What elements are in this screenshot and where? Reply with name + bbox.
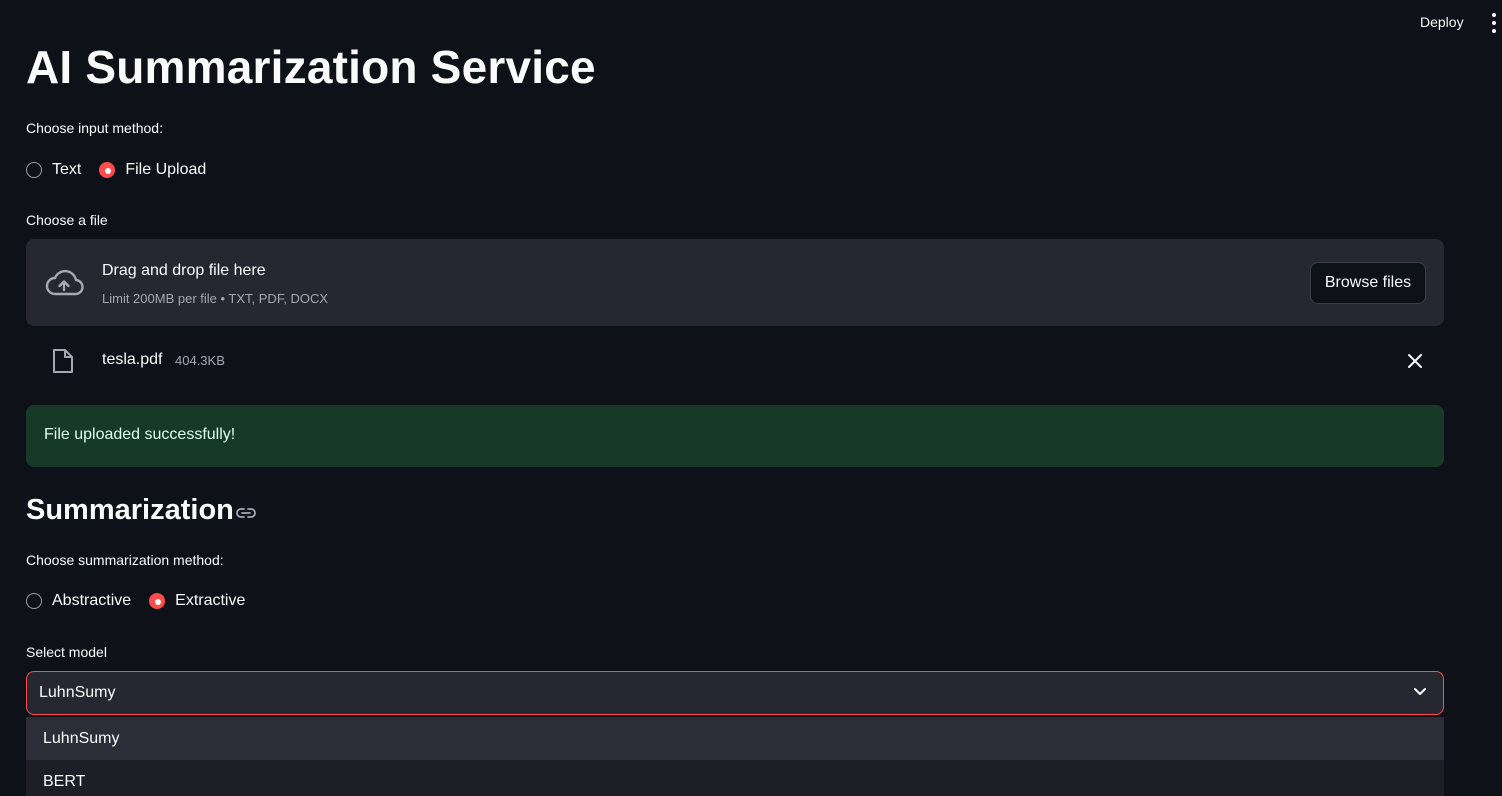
model-select[interactable]: LuhnSumy <box>26 671 1444 715</box>
radio-option-extractive[interactable]: Extractive <box>149 592 245 610</box>
kebab-dot <box>1492 21 1496 25</box>
link-icon[interactable] <box>235 506 257 520</box>
close-icon[interactable] <box>1406 352 1424 370</box>
uploaded-file-row: tesla.pdf 404.3KB <box>26 342 1444 382</box>
kebab-dot <box>1492 13 1496 17</box>
radio-option-text[interactable]: Text <box>26 161 81 179</box>
input-method-label: Choose input method: <box>26 120 163 136</box>
model-label: Select model <box>26 644 107 660</box>
browse-files-button[interactable]: Browse files <box>1310 262 1426 304</box>
radio-checked-icon[interactable] <box>99 162 116 178</box>
radio-label: File Upload <box>125 161 207 178</box>
success-alert-text: File uploaded successfully! <box>44 426 236 443</box>
radio-label: Extractive <box>175 592 246 609</box>
radio-option-file-upload[interactable]: File Upload <box>99 161 206 179</box>
summarization-heading: Summarization <box>26 494 234 526</box>
method-radio-group: Abstractive Extractive <box>26 592 263 610</box>
success-alert: File uploaded successfully! <box>26 405 1444 467</box>
page-title: AI Summarization Service <box>26 41 596 93</box>
cloud-upload-icon <box>45 269 84 296</box>
radio-label: Abstractive <box>52 592 132 609</box>
file-size: 404.3KB <box>175 353 225 368</box>
radio-checked-icon[interactable] <box>149 593 166 609</box>
method-label: Choose summarization method: <box>26 552 224 568</box>
deploy-button[interactable]: Deploy <box>1420 14 1464 30</box>
radio-label: Text <box>52 161 82 178</box>
model-dropdown-menu: LuhnSumy BERT <box>26 717 1444 796</box>
file-name: tesla.pdf <box>102 351 163 368</box>
file-dropzone[interactable]: Drag and drop file here Limit 200MB per … <box>26 239 1444 326</box>
dropzone-subtitle: Limit 200MB per file • TXT, PDF, DOCX <box>102 291 329 306</box>
kebab-dot <box>1492 29 1496 33</box>
more-vert-icon[interactable] <box>1488 13 1500 33</box>
radio-unchecked-icon[interactable] <box>26 593 42 609</box>
uploader-label: Choose a file <box>26 212 108 228</box>
radio-option-abstractive[interactable]: Abstractive <box>26 592 131 610</box>
dropzone-title: Drag and drop file here <box>102 262 266 279</box>
chevron-down-icon[interactable] <box>1413 687 1427 697</box>
app: Deploy AI Summarization Service Choose i… <box>0 0 1502 796</box>
file-icon <box>53 349 73 373</box>
input-method-radio-group: Text File Upload <box>26 161 224 179</box>
dropdown-option-luhnsumy[interactable]: LuhnSumy <box>26 717 1444 760</box>
dropdown-option-bert[interactable]: BERT <box>26 760 1444 796</box>
radio-unchecked-icon[interactable] <box>26 162 42 178</box>
model-select-value: LuhnSumy <box>39 684 116 701</box>
